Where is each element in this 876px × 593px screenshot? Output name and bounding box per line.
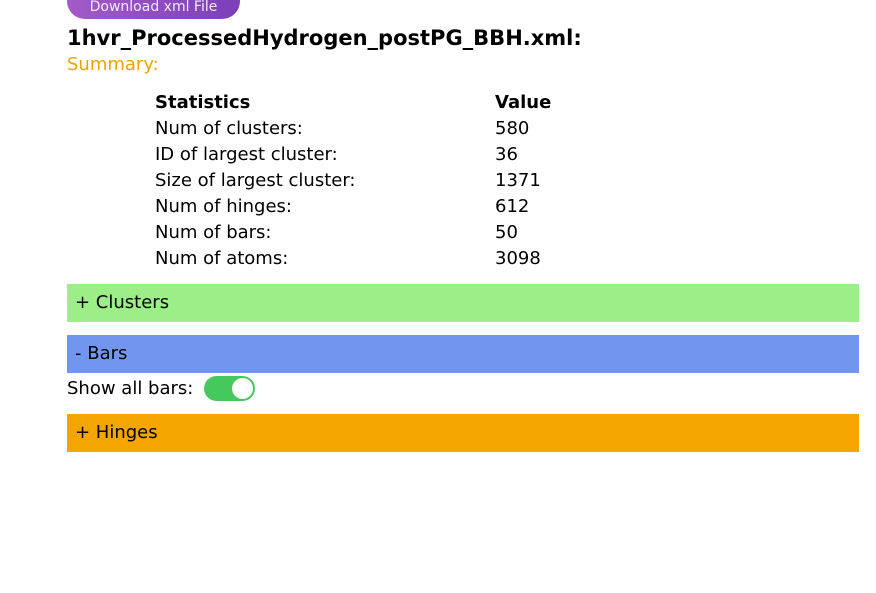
table-row: ID of largest cluster: 36: [155, 142, 551, 168]
stat-value: 36: [495, 144, 518, 165]
statistics-table: Statistics Value Num of clusters: 580 ID…: [155, 90, 551, 272]
table-row: Num of atoms: 3098: [155, 246, 551, 272]
stat-value: 3098: [495, 248, 541, 269]
stat-label: Num of atoms:: [155, 248, 289, 269]
stat-value: 1371: [495, 170, 541, 191]
stat-label: ID of largest cluster:: [155, 144, 338, 165]
table-row: Size of largest cluster: 1371: [155, 168, 551, 194]
stat-label: Num of clusters:: [155, 118, 303, 139]
table-row: Num of hinges: 612: [155, 194, 551, 220]
statistics-header: Statistics: [155, 92, 251, 113]
hinges-section-toggle[interactable]: + Hinges: [67, 414, 859, 452]
page: Download xml File 1hvr_ProcessedHydrogen…: [0, 0, 876, 593]
download-xml-button[interactable]: Download xml File: [67, 0, 240, 19]
stat-value: 50: [495, 222, 518, 243]
show-all-bars-switch[interactable]: [204, 375, 256, 401]
stat-value: 580: [495, 118, 530, 139]
show-all-bars-row: Show all bars:: [67, 374, 256, 402]
clusters-section-toggle[interactable]: + Clusters: [67, 284, 859, 322]
switch-knob: [232, 377, 254, 399]
file-title: 1hvr_ProcessedHydrogen_postPG_BBH.xml:: [67, 26, 582, 50]
bars-section-toggle[interactable]: - Bars: [67, 335, 859, 373]
show-all-bars-label: Show all bars:: [67, 377, 194, 399]
stat-label: Num of hinges:: [155, 196, 292, 217]
table-header-row: Statistics Value: [155, 90, 551, 116]
summary-label: Summary:: [67, 54, 159, 75]
table-row: Num of bars: 50: [155, 220, 551, 246]
stat-value: 612: [495, 196, 530, 217]
stat-label: Size of largest cluster:: [155, 170, 356, 191]
value-header: Value: [495, 92, 552, 113]
stat-label: Num of bars:: [155, 222, 272, 243]
table-row: Num of clusters: 580: [155, 116, 551, 142]
